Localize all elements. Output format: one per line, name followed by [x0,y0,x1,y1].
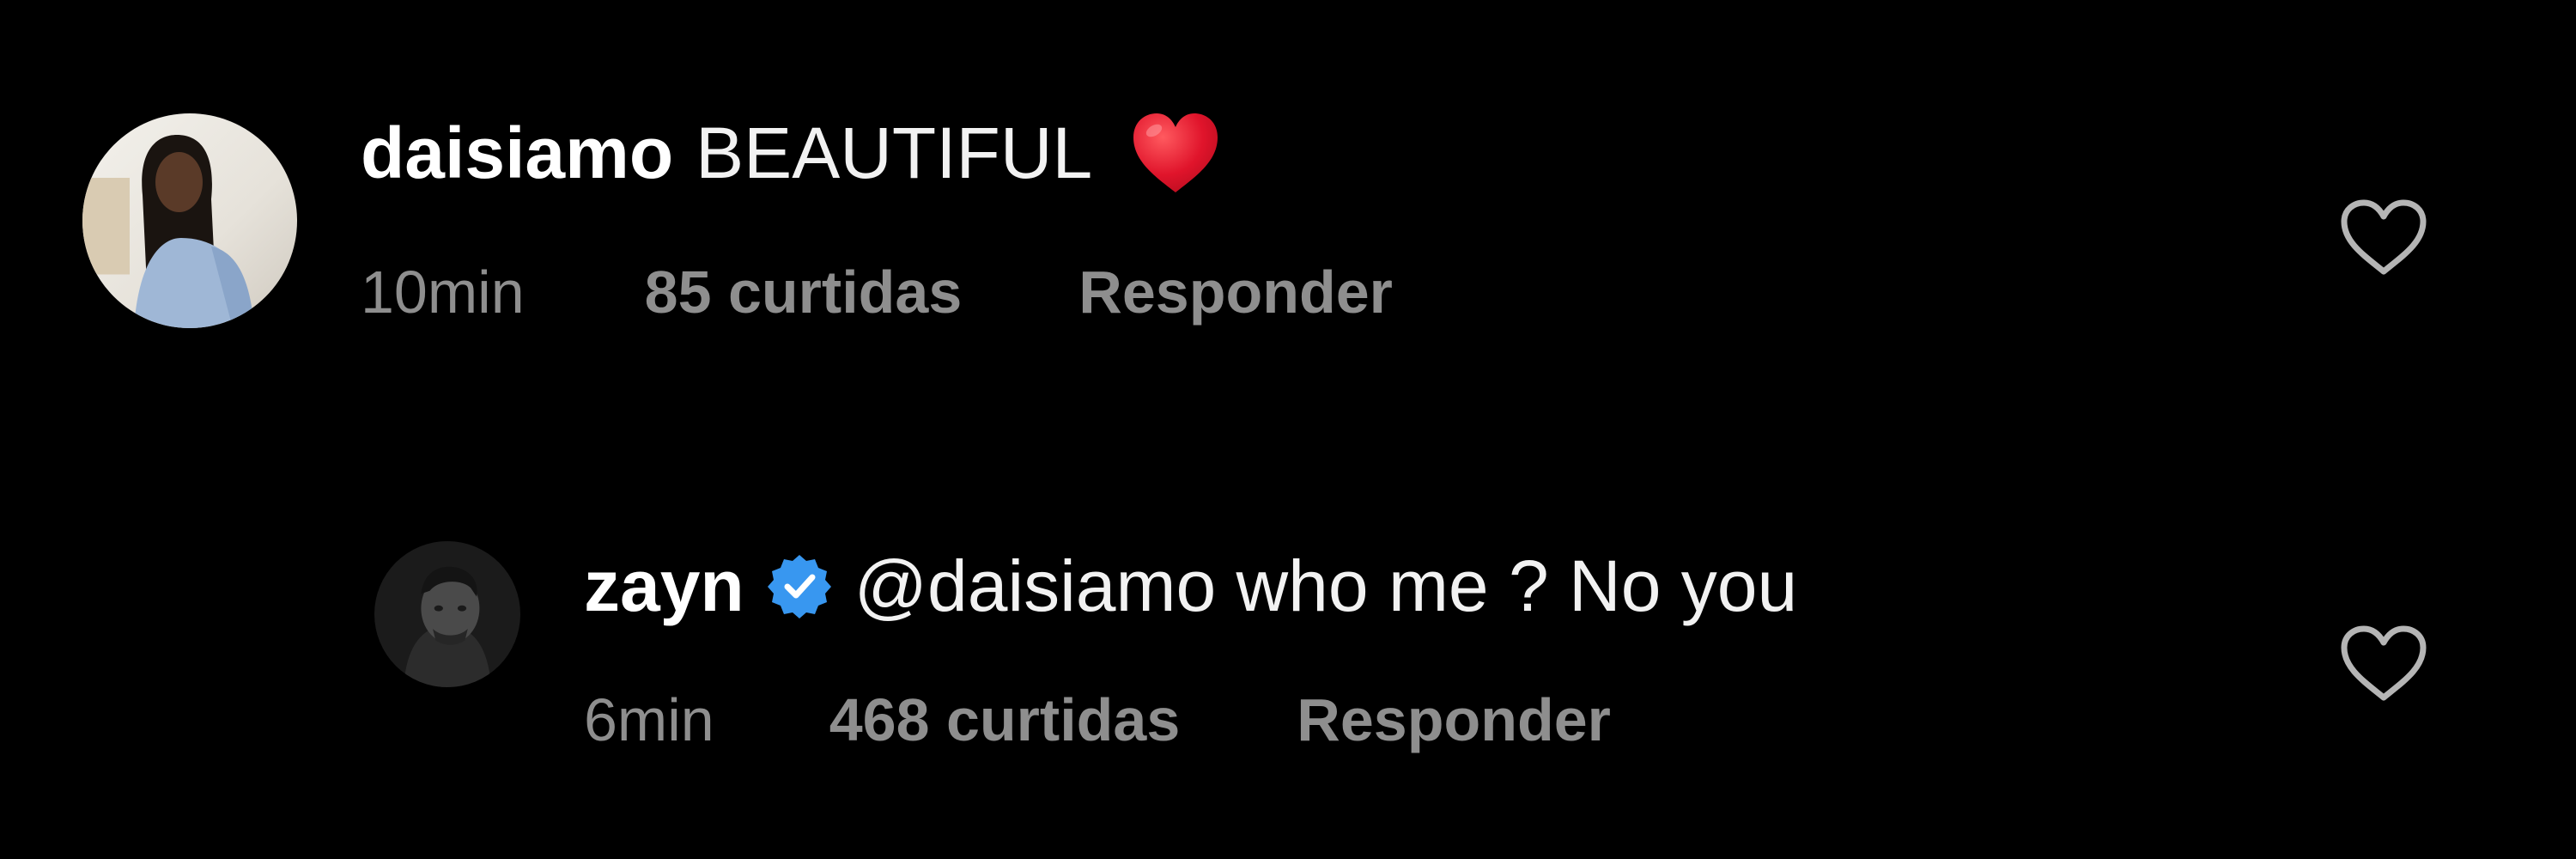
comment-text: @daisiamo who me ? No you [854,545,1798,626]
reply-button[interactable]: Responder [1297,685,1611,754]
comment-text-line: daisiamo BEAUTIFUL [361,110,1221,196]
comment-meta: 6min 468 curtidas Responder [584,685,1611,754]
reply-comment-item: zayn @daisiamo who me ? No you 6min 468 … [0,481,2576,825]
avatar[interactable] [82,113,297,328]
verified-badge-icon [765,551,834,620]
like-button[interactable] [2336,620,2432,706]
comment-text-line: zayn @daisiamo who me ? No you [584,543,1797,629]
avatar[interactable] [374,541,520,687]
red-heart-emoji [1130,110,1221,196]
heart-outline-icon [2341,625,2427,701]
reply-button[interactable]: Responder [1078,258,1393,326]
likes-count[interactable]: 85 curtidas [645,258,963,326]
comment-text: BEAUTIFUL [696,113,1093,193]
comment-item: daisiamo BEAUTIFUL 10min 85 curtidas Res… [0,0,2576,412]
avatar-photo [374,541,520,687]
heart-outline-icon [2341,199,2427,275]
likes-count[interactable]: 468 curtidas [829,685,1181,754]
comment-meta: 10min 85 curtidas Responder [361,258,1393,326]
username[interactable]: zayn [584,543,744,629]
timestamp: 6min [584,686,714,753]
like-button[interactable] [2336,194,2432,280]
username[interactable]: daisiamo [361,110,673,196]
avatar-photo [82,113,297,328]
timestamp: 10min [361,259,525,326]
